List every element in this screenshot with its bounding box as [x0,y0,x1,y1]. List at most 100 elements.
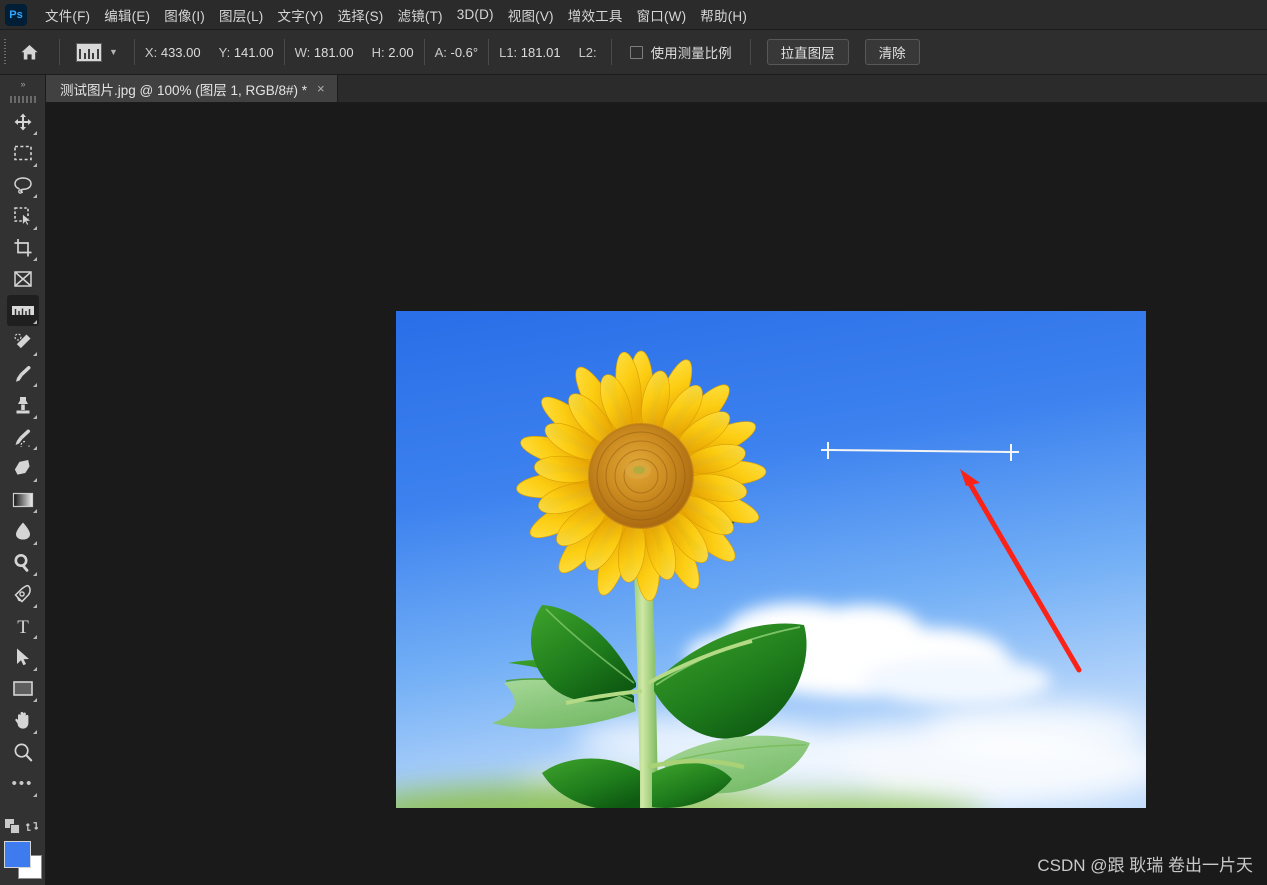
tool-blur[interactable] [7,516,39,547]
tool-more-indicator [33,572,37,576]
measure-l2[interactable]: L2: [579,45,597,60]
options-divider-m5 [488,39,489,65]
measure-h-value: 2.00 [388,45,413,60]
use-measurement-scale-checkbox[interactable]: 使用测量比例 [630,42,732,62]
checkbox-box [630,46,643,59]
tool-more-indicator [33,194,37,198]
color-swatches[interactable] [4,841,42,879]
measure-l2-label: L2: [579,45,597,60]
options-divider-2 [134,39,135,65]
measure-w[interactable]: W: 181.00 [295,45,354,60]
use-measurement-scale-label: 使用测量比例 [651,42,732,62]
measure-y[interactable]: Y: 141.00 [219,45,274,60]
tool-pen[interactable] [7,579,39,610]
tool-rectangular-marquee[interactable] [7,138,39,169]
quick-mask-icon[interactable] [5,819,21,834]
measure-y-value: 141.00 [234,45,274,60]
menu-window[interactable]: 窗口(W) [630,1,694,29]
menu-image[interactable]: 图像(I) [157,1,212,29]
tool-move[interactable] [7,106,39,137]
menu-type[interactable]: 文字(Y) [271,1,331,29]
ellipsis-icon: ••• [12,776,34,791]
chevron-down-icon: ▼ [109,48,118,57]
menu-edit[interactable]: 编辑(E) [97,1,157,29]
tool-more-indicator [33,730,37,734]
swap-colors-icon[interactable] [25,819,40,834]
home-icon[interactable] [9,30,49,75]
menu-3d[interactable]: 3D(D) [450,3,501,26]
options-divider-5 [611,39,612,65]
tool-frame[interactable] [7,264,39,295]
tool-more-indicator [33,352,37,356]
tool-more-indicator [33,698,37,702]
options-bar-grip[interactable] [0,30,9,75]
tool-path-selection[interactable] [7,642,39,673]
close-icon[interactable]: × [317,82,325,95]
tool-more-indicator [33,383,37,387]
tool-dodge[interactable] [7,547,39,578]
watermark-text: CSDN @跟 耿瑞 卷出一片天 [1037,851,1253,876]
menu-filter[interactable]: 滤镜(T) [391,1,450,29]
measure-angle[interactable]: A: -0.6° [435,45,479,60]
sunflower-photo [396,311,1146,808]
tool-more-indicator [33,415,37,419]
menu-view[interactable]: 视图(V) [501,1,561,29]
tool-rectangle[interactable] [7,673,39,704]
tool-eraser[interactable] [7,453,39,484]
document-tab-bar: 测试图片.jpg @ 100% (图层 1, RGB/8#) * × [46,75,1267,103]
measure-h-label: H: [372,45,385,60]
tool-zoom[interactable] [7,736,39,767]
options-divider-m2 [284,39,285,65]
tool-more-indicator [33,163,37,167]
measure-x-value: 433.00 [161,45,201,60]
tool-lasso[interactable] [7,169,39,200]
tool-more-indicator [33,604,37,608]
measure-x[interactable]: X: 433.00 [145,45,201,60]
tool-edit-toolbar[interactable]: ••• [7,768,39,799]
document-tab[interactable]: 测试图片.jpg @ 100% (图层 1, RGB/8#) * × [46,75,338,102]
options-divider-m4 [424,39,425,65]
measure-angle-label: A: [435,45,447,60]
tools-panel: » [0,75,46,885]
tool-more-indicator [33,793,37,797]
tool-more-indicator [33,635,37,639]
tool-more-indicator [33,478,37,482]
canvas-area[interactable] [46,103,1267,885]
measure-h[interactable]: H: 2.00 [372,45,414,60]
measure-l1[interactable]: L1: 181.01 [499,45,560,60]
menu-file[interactable]: 文件(F) [38,1,97,29]
measure-l1-value: 181.01 [521,45,561,60]
measure-x-label: X: [145,45,157,60]
photoshop-logo: Ps [5,4,27,26]
tool-history-brush[interactable] [7,421,39,452]
tool-crop[interactable] [7,232,39,263]
tool-options-bar: ▼ X: 433.00 Y: 141.00 W: 181.00 H: 2.00 A: -… [0,30,1267,75]
tool-more-indicator [33,541,37,545]
tool-preset-picker[interactable]: ▼ [70,43,124,62]
ruler-tool-icon [76,43,102,62]
toolbar-collapse-button[interactable]: » [0,75,46,92]
tool-type[interactable]: T [7,610,39,641]
menu-plugins[interactable]: 增效工具 [561,1,630,29]
menu-bar: Ps 文件(F)编辑(E)图像(I)图层(L)文字(Y)选择(S)滤镜(T)3D… [0,0,1267,30]
straighten-layer-button[interactable]: 拉直图层 [767,39,849,65]
tool-ruler[interactable] [7,295,39,326]
svg-text:T: T [17,617,29,636]
options-divider-1 [59,39,60,65]
tool-clone-stamp[interactable] [7,390,39,421]
tool-gradient[interactable] [7,484,39,515]
foreground-color-swatch[interactable] [4,841,31,868]
toolbar-grip[interactable] [0,92,46,106]
tool-more-indicator [33,257,37,261]
document-image[interactable] [396,311,1146,808]
menu-layer[interactable]: 图层(L) [212,1,271,29]
quickmask-swap-row [0,813,46,839]
tool-hand[interactable] [7,705,39,736]
tool-more-indicator [33,226,37,230]
menu-help[interactable]: 帮助(H) [693,1,754,29]
tool-brush[interactable] [7,358,39,389]
menu-select[interactable]: 选择(S) [331,1,391,29]
tool-spot-healing[interactable] [7,327,39,358]
clear-button[interactable]: 清除 [865,39,920,65]
tool-object-selection[interactable] [7,201,39,232]
